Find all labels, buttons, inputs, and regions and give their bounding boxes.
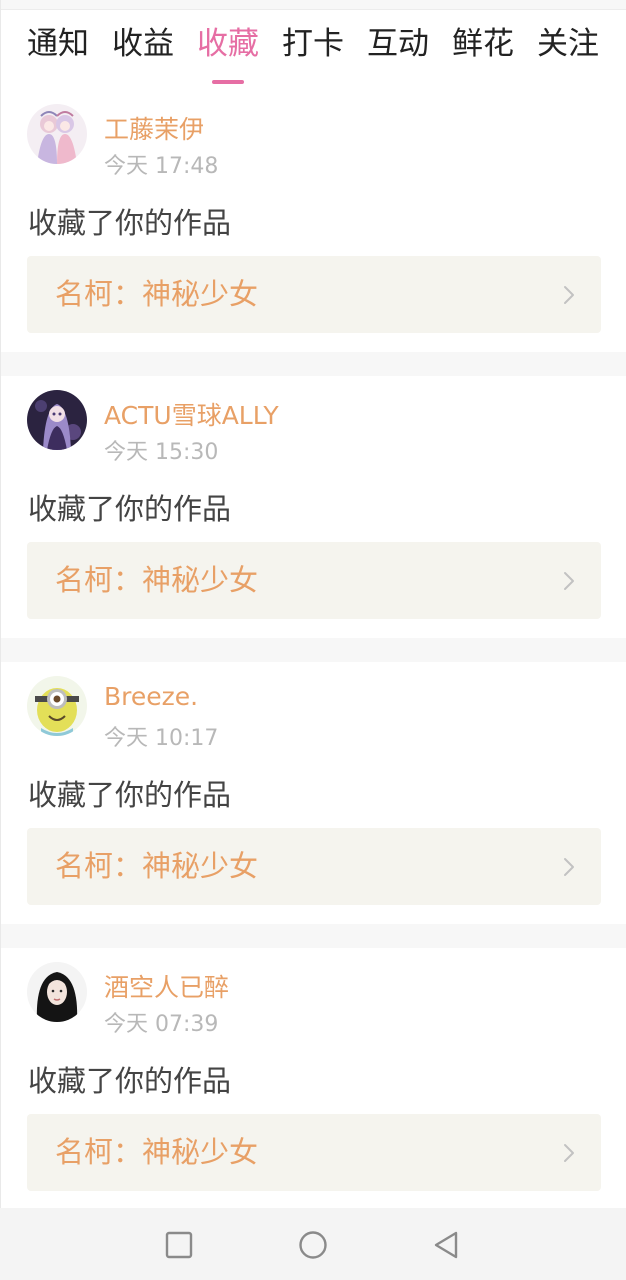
chevron-right-icon <box>564 286 574 304</box>
timestamp: 今天 15:30 <box>104 440 219 465</box>
username[interactable]: ACTU雪球ALLY <box>104 396 279 432</box>
tab-favorites-label: 收藏 <box>197 26 259 62</box>
action-text: 收藏了你的作品 <box>28 492 232 526</box>
action-text: 收藏了你的作品 <box>28 1064 232 1098</box>
timestamp: 今天 07:39 <box>104 1012 219 1037</box>
chevron-right-icon <box>564 572 574 590</box>
username[interactable]: Breeze. <box>104 682 198 711</box>
minion-avatar[interactable] <box>27 676 87 736</box>
list-item: 工藤茉伊 今天 17:48 收藏了你的作品 名柯：神秘少女 <box>1 90 626 352</box>
work-link[interactable]: 名柯：神秘少女 <box>27 828 601 905</box>
tab-follows[interactable]: 关注 <box>537 24 599 64</box>
tab-flowers[interactable]: 鲜花 <box>452 24 514 64</box>
tab-bar: 通知 收益 收藏 打卡 互动 鲜花 关注 <box>1 10 626 90</box>
action-text: 收藏了你的作品 <box>28 778 232 812</box>
timestamp: 今天 17:48 <box>104 154 219 179</box>
app-screen: 通知 收益 收藏 打卡 互动 鲜花 关注 工藤茉伊 今天 17:48 收藏了你的… <box>0 0 626 1210</box>
woman-portrait-avatar[interactable] <box>27 962 87 1022</box>
status-bar-edge <box>1 0 626 10</box>
action-text: 收藏了你的作品 <box>28 206 232 240</box>
work-title: 名柯：神秘少女 <box>55 849 259 883</box>
work-title: 名柯：神秘少女 <box>55 1135 259 1169</box>
username[interactable]: 酒空人已醉 <box>104 968 229 1004</box>
item-divider <box>1 352 626 376</box>
home-icon[interactable] <box>298 1230 328 1260</box>
work-title: 名柯：神秘少女 <box>55 277 259 311</box>
tab-checkin[interactable]: 打卡 <box>282 24 344 64</box>
work-link[interactable]: 名柯：神秘少女 <box>27 542 601 619</box>
work-link[interactable]: 名柯：神秘少女 <box>27 256 601 333</box>
recent-apps-icon[interactable] <box>164 1230 194 1260</box>
system-navigation-bar <box>0 1208 626 1280</box>
chevron-right-icon <box>564 858 574 876</box>
anime-character-avatar[interactable] <box>27 390 87 450</box>
chevron-right-icon <box>564 1144 574 1162</box>
timestamp: 今天 10:17 <box>104 726 219 751</box>
active-tab-indicator <box>212 80 244 84</box>
work-title: 名柯：神秘少女 <box>55 563 259 597</box>
item-divider <box>1 638 626 662</box>
list-item: Breeze. 今天 10:17 收藏了你的作品 名柯：神秘少女 <box>1 662 626 924</box>
favorites-feed: 工藤茉伊 今天 17:48 收藏了你的作品 名柯：神秘少女 ACTU雪球ALLY… <box>1 90 626 1210</box>
tab-notifications[interactable]: 通知 <box>27 24 89 64</box>
work-link[interactable]: 名柯：神秘少女 <box>27 1114 601 1191</box>
list-item: ACTU雪球ALLY 今天 15:30 收藏了你的作品 名柯：神秘少女 <box>1 376 626 638</box>
back-icon[interactable] <box>432 1230 462 1260</box>
item-divider <box>1 924 626 948</box>
list-item: 酒空人已醉 今天 07:39 收藏了你的作品 名柯：神秘少女 <box>1 948 626 1210</box>
tab-favorites[interactable]: 收藏 <box>197 24 259 84</box>
tab-interactions[interactable]: 互动 <box>367 24 429 64</box>
tab-earnings[interactable]: 收益 <box>112 24 174 64</box>
anime-girls-avatar[interactable] <box>27 104 87 164</box>
username[interactable]: 工藤茉伊 <box>104 110 204 146</box>
